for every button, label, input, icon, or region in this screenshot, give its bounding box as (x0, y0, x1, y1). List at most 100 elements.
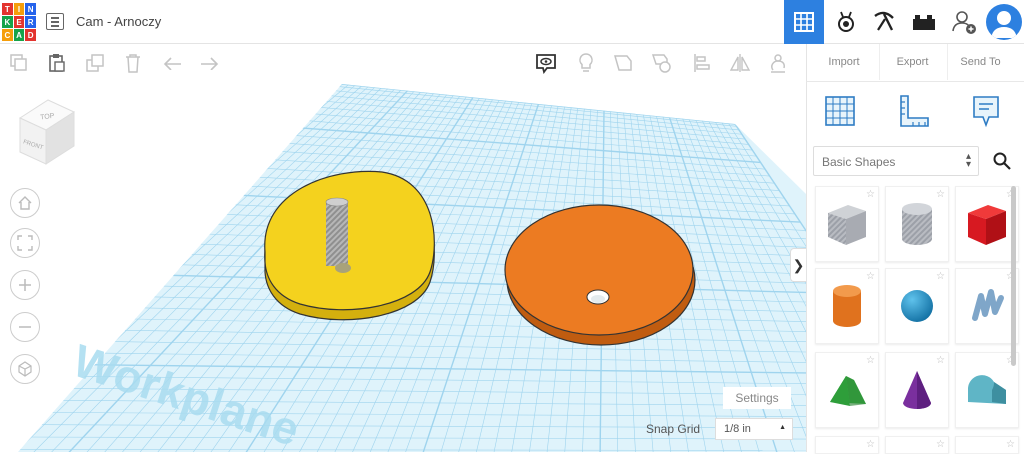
cylinder-hole-shape[interactable] (326, 202, 348, 266)
import-button[interactable]: Import (811, 44, 877, 80)
shape-round-roof[interactable]: ☆ (955, 352, 1019, 428)
pickaxe-button[interactable] (864, 0, 904, 44)
copy-icon (10, 54, 27, 71)
favorite-star-icon[interactable]: ☆ (936, 189, 945, 200)
logo-letter: T (2, 3, 13, 15)
shape-card-partial[interactable]: ☆ (885, 436, 949, 454)
shape-sphere[interactable]: ☆ (885, 268, 949, 344)
box-hole-icon (828, 205, 866, 245)
logo-letter: C (2, 29, 13, 41)
shape-cylinder-hole[interactable]: ☆ (885, 186, 949, 262)
copy-button[interactable] (8, 52, 30, 74)
shape-roof[interactable]: ☆ (815, 352, 879, 428)
grid-view-icon (794, 12, 814, 32)
workplane-canvas[interactable]: Workplane (0, 82, 806, 452)
notes-button[interactable] (535, 52, 557, 74)
notes-icon (536, 54, 556, 74)
snap-grid-select[interactable]: 1/8 in ▲ (715, 418, 793, 440)
bricks-icon (913, 15, 935, 30)
view-cube[interactable]: TOP FRONT (14, 94, 78, 168)
perspective-button[interactable] (10, 354, 40, 384)
roof-icon (830, 376, 866, 406)
notes-tool-button[interactable] (967, 92, 1005, 130)
grid-view-button[interactable] (784, 0, 824, 44)
cruise-button[interactable] (767, 52, 789, 74)
shape-scribble[interactable]: ☆ (955, 268, 1019, 344)
settings-button[interactable]: Settings (723, 387, 791, 409)
shape-box[interactable]: ☆ (955, 186, 1019, 262)
user-avatar[interactable] (986, 4, 1022, 40)
shape-card-partial[interactable]: ☆ (815, 436, 879, 454)
workplane-icon (825, 96, 855, 126)
favorite-star-icon[interactable]: ☆ (936, 271, 945, 282)
favorite-star-icon[interactable]: ☆ (1006, 439, 1015, 450)
3d-viewport[interactable]: Workplane TOP FRONT Settings Snap Grid 1… (0, 82, 806, 452)
zoom-in-button[interactable] (10, 270, 40, 300)
bricks-button[interactable] (904, 0, 944, 44)
fit-view-button[interactable] (10, 228, 40, 258)
shapes-scrollbar[interactable] (1011, 186, 1016, 366)
favorite-star-icon[interactable]: ☆ (866, 189, 875, 200)
favorite-star-icon[interactable]: ☆ (866, 271, 875, 282)
select-arrows-icon: ▴ ▾ (965, 151, 971, 170)
paste-icon (49, 54, 65, 72)
collapse-panel-button[interactable]: ❯ (790, 248, 806, 282)
favorite-star-icon[interactable]: ☆ (936, 439, 945, 450)
home-view-button[interactable] (10, 188, 40, 218)
snap-grid-value: 1/8 in (724, 423, 751, 435)
zoom-out-button[interactable] (10, 312, 40, 342)
zoom-in-icon (19, 279, 31, 291)
light-bulb-button[interactable] (575, 52, 597, 74)
logo-letter: E (13, 16, 25, 28)
delete-button[interactable] (122, 52, 144, 74)
shapes-panel: Basic Shapes ▴ ▾ ☆ ☆ ☆ ☆ ☆ ☆ ☆ ☆ ☆ (806, 82, 1024, 454)
workplane-button[interactable] (821, 92, 859, 130)
redo-button[interactable] (198, 52, 220, 74)
group-button[interactable] (613, 52, 635, 74)
shape-search-button[interactable] (987, 146, 1017, 176)
undo-button[interactable] (162, 52, 184, 74)
light-bulb-icon (579, 53, 593, 72)
sphere-icon (901, 290, 933, 322)
user-avatar-icon (991, 11, 1017, 38)
cylinder-hole-icon (902, 203, 932, 245)
shape-cylinder[interactable]: ☆ (815, 268, 879, 344)
align-button[interactable] (691, 52, 713, 74)
ruler-button[interactable] (895, 92, 933, 130)
favorite-star-icon[interactable]: ☆ (936, 355, 945, 366)
document-title[interactable]: Cam - Arnoczy (76, 14, 161, 29)
delete-icon (126, 54, 140, 73)
chevron-right-icon: ❯ (792, 256, 805, 273)
ungroup-button[interactable] (651, 52, 673, 74)
logo-letter: K (2, 16, 13, 28)
duplicate-button[interactable] (84, 52, 106, 74)
shape-cone[interactable]: ☆ (885, 352, 949, 428)
shape-library-select[interactable]: Basic Shapes ▴ ▾ (813, 146, 979, 176)
logo-letter: R (25, 16, 36, 28)
paste-button[interactable] (46, 52, 68, 74)
send-to-button[interactable]: Send To (947, 44, 1013, 80)
cone-icon (903, 371, 931, 409)
orange-cam-object[interactable] (504, 204, 696, 346)
tinkercad-logo[interactable]: TINKERCAD (2, 3, 36, 41)
export-button[interactable]: Export (879, 44, 945, 80)
favorite-star-icon[interactable]: ☆ (866, 439, 875, 450)
search-icon (993, 152, 1011, 170)
zoom-out-icon (19, 326, 31, 328)
mirror-button[interactable] (729, 52, 751, 74)
shape-card-partial[interactable]: ☆ (955, 436, 1019, 454)
snap-grid-label: Snap Grid (646, 422, 701, 436)
favorite-star-icon[interactable]: ☆ (866, 355, 875, 366)
ungroup-icon (651, 54, 671, 73)
add-user-icon (952, 11, 976, 34)
design-menu-icon[interactable] (46, 13, 64, 30)
group-icon (614, 55, 632, 71)
logo-letter: A (13, 29, 25, 41)
add-user-button[interactable] (944, 0, 984, 44)
shape-box-hole[interactable]: ☆ (815, 186, 879, 262)
cruise-icon (771, 54, 785, 73)
gallery-button[interactable] (826, 0, 866, 44)
gallery-icon (838, 11, 854, 32)
top-bar: TINKERCAD Cam - Arnoczy (0, 0, 1024, 44)
action-bar: Import Export Send To (806, 44, 1024, 82)
